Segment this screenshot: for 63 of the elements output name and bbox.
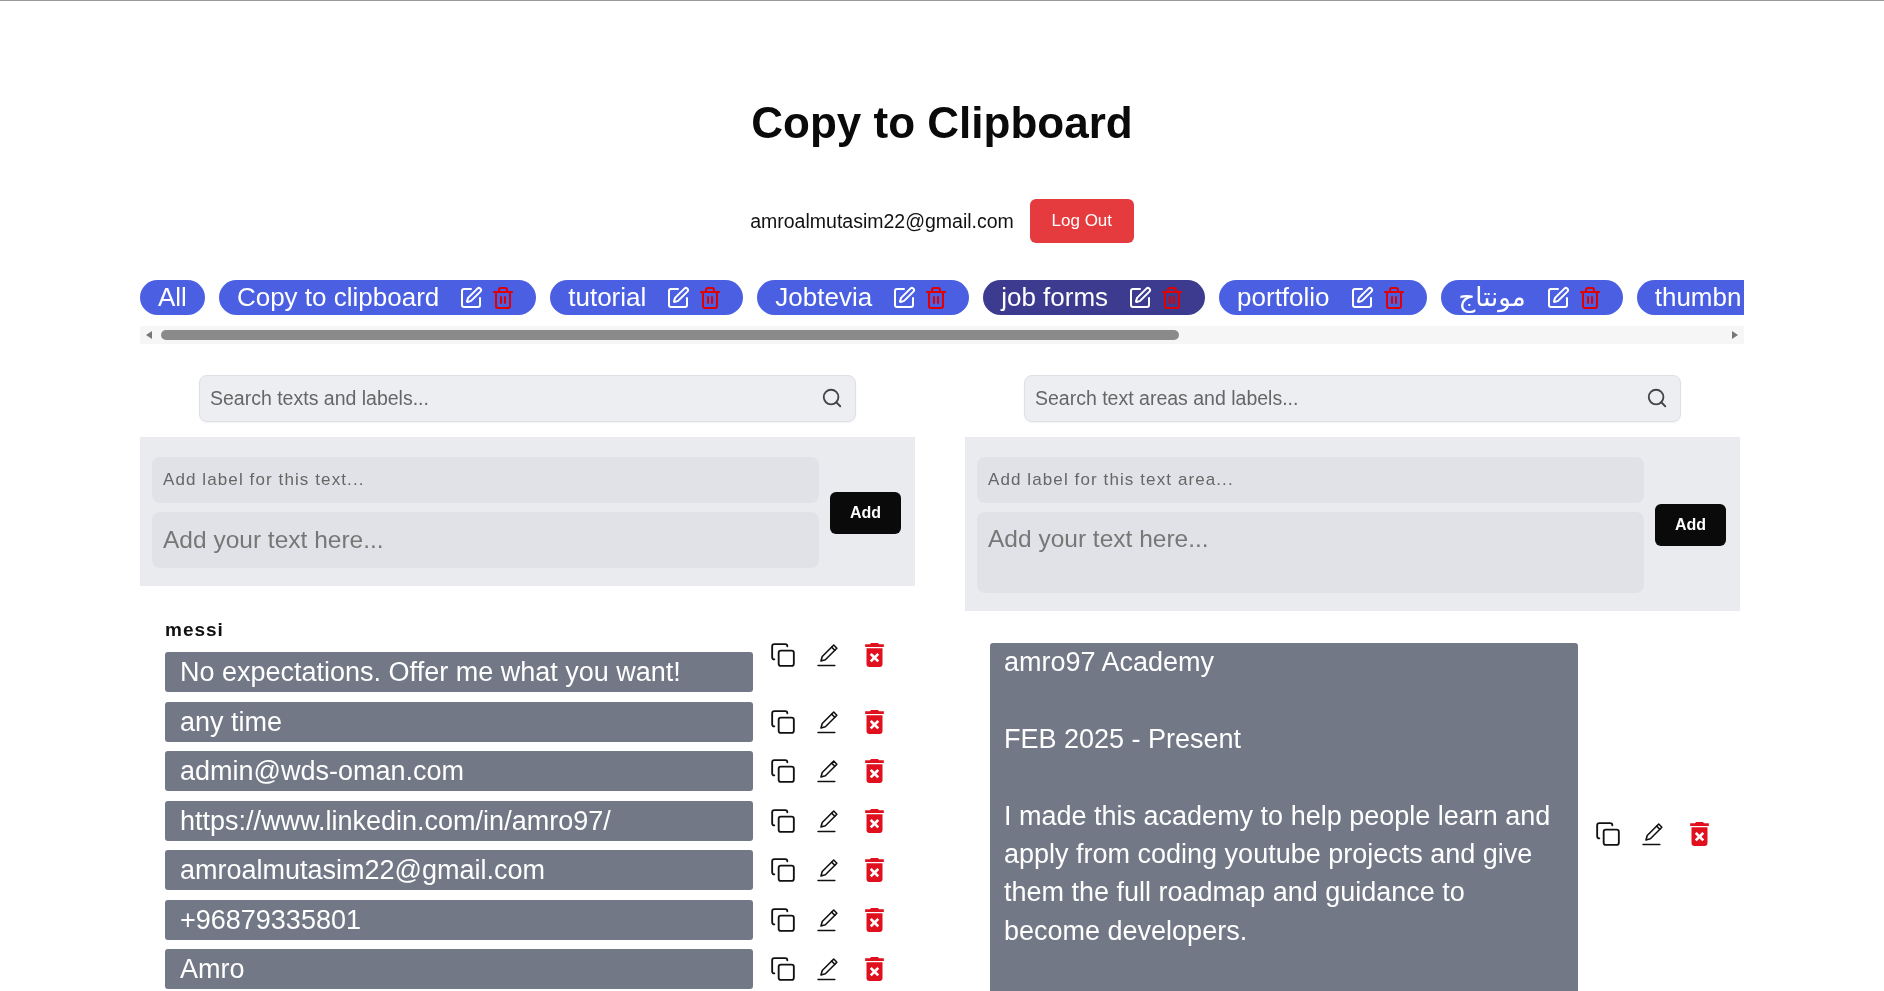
edit-icon[interactable] (1349, 285, 1374, 310)
search-field[interactable]: Search texts and labels... (199, 375, 856, 422)
saved-text: https://www.linkedin.com/in/amro97/ (165, 800, 753, 841)
search-icon[interactable] (821, 387, 843, 409)
pencil-icon[interactable] (817, 808, 840, 833)
search-field[interactable]: Search text areas and labels... (1024, 375, 1681, 422)
pencil-icon[interactable] (817, 709, 840, 734)
scroll-left-icon[interactable] (146, 331, 152, 339)
copy-icon[interactable] (770, 758, 796, 784)
saved-text: Amro (165, 949, 753, 989)
trash-icon[interactable] (865, 643, 884, 667)
pencil-icon[interactable] (1642, 822, 1665, 846)
copy-icon[interactable] (770, 857, 796, 883)
copy-icon[interactable] (770, 708, 796, 735)
category-tab[interactable]: tutorial (550, 280, 744, 315)
label-input[interactable]: Add label for this text area... (977, 457, 1644, 503)
trash-icon[interactable] (865, 957, 884, 981)
text-area-input[interactable]: Add your text here... (977, 512, 1644, 593)
trash-icon[interactable] (865, 808, 884, 833)
saved-text: any time (165, 701, 753, 742)
add-button[interactable]: Add (830, 491, 901, 534)
add-button[interactable]: Add (1655, 504, 1726, 546)
saved-text: No expectations. Offer me what you want! (165, 652, 753, 692)
category-tab[interactable]: All (140, 280, 205, 315)
edit-icon[interactable] (1545, 285, 1570, 310)
trash-icon[interactable] (865, 858, 884, 882)
trash-icon[interactable] (865, 709, 884, 734)
edit-icon[interactable] (1128, 285, 1153, 310)
category-tab[interactable]: portfolio (1219, 280, 1427, 315)
page-title: Copy to Clipboard (751, 97, 1133, 149)
saved-text: admin@wds-oman.com (165, 751, 753, 791)
saved-text-area: amro97 Academy FEB 2025 - Present I made this academy to help people learn and apply from coding youtube projects and give them the full roadmap and guidance to become developers. (990, 643, 1578, 991)
copy-icon[interactable] (770, 906, 796, 933)
logout-button[interactable]: Log Out (1029, 199, 1134, 243)
copy-icon[interactable] (770, 956, 796, 982)
item-label: messi (165, 618, 224, 642)
pencil-icon[interactable] (817, 858, 840, 882)
trash-icon[interactable] (865, 907, 884, 932)
category-tab[interactable]: مونتاج (1440, 280, 1623, 315)
copy-icon[interactable] (1595, 821, 1621, 847)
label-input[interactable]: Add label for this text... (152, 457, 819, 503)
edit-icon[interactable] (459, 285, 484, 310)
category-tab[interactable]: job forms (983, 280, 1206, 315)
category-tab[interactable]: thumbn (1636, 280, 1744, 315)
scrollbar-thumb[interactable] (161, 330, 1179, 340)
pencil-icon[interactable] (817, 907, 840, 932)
category-tab[interactable]: Copy to clipboard (218, 280, 537, 315)
edit-icon[interactable] (892, 285, 917, 310)
text-input[interactable]: Add your text here... (152, 512, 819, 568)
pencil-icon[interactable] (817, 643, 840, 667)
category-tab[interactable]: Jobtevia (757, 280, 970, 315)
search-icon[interactable] (1646, 387, 1668, 409)
trash-icon[interactable] (1690, 822, 1709, 846)
saved-text: amroalmutasim22@gmail.com (165, 850, 753, 890)
edit-icon[interactable] (666, 285, 691, 310)
copy-icon[interactable] (770, 642, 796, 668)
copy-icon[interactable] (770, 807, 796, 834)
user-email: amroalmutasim22@gmail.com (750, 209, 1014, 233)
pencil-icon[interactable] (817, 957, 840, 981)
trash-icon[interactable] (865, 759, 884, 783)
scroll-right-icon[interactable] (1732, 331, 1738, 339)
saved-text: +96879335801 (165, 899, 753, 940)
pencil-icon[interactable] (817, 759, 840, 783)
